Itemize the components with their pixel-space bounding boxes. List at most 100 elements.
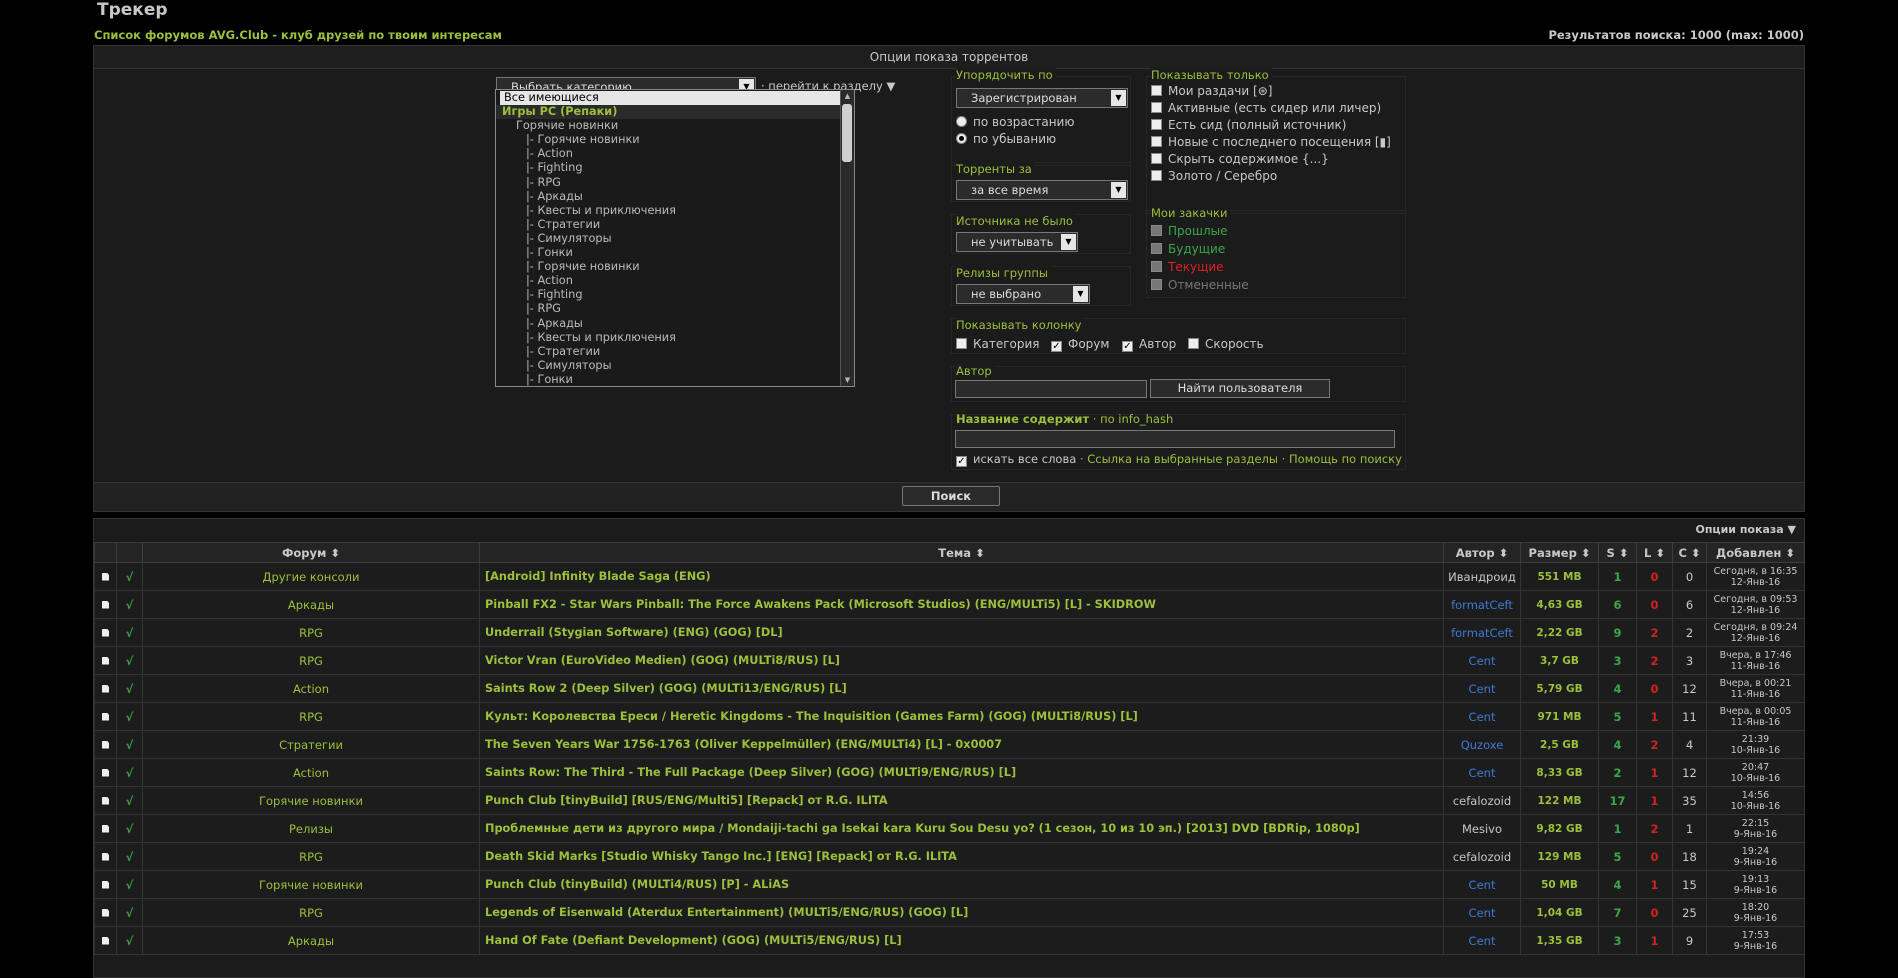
scroll-up-icon[interactable]: ▲ xyxy=(841,90,854,102)
category-option[interactable]: |- RPG xyxy=(496,176,854,190)
author-link[interactable]: Cent xyxy=(1444,871,1521,899)
forum-link[interactable]: RPG xyxy=(143,647,480,675)
forum-link[interactable]: Горячие новинки xyxy=(143,871,480,899)
forum-link[interactable]: Аркады xyxy=(143,591,480,619)
category-option[interactable]: |- Гонки xyxy=(496,246,854,260)
size-link[interactable]: 551 MB xyxy=(1521,563,1599,591)
author-link[interactable]: Cent xyxy=(1444,647,1521,675)
completed-header[interactable]: C ⬍ xyxy=(1673,543,1707,563)
category-option[interactable]: |- Симуляторы xyxy=(496,359,854,373)
checkbox[interactable] xyxy=(956,338,967,349)
all-words-checkbox[interactable]: ✓ xyxy=(956,456,967,467)
category-option[interactable]: |- Стратегии xyxy=(496,218,854,232)
search-help-link[interactable]: · Помощь по поиску xyxy=(1282,452,1402,466)
author-link[interactable]: cefalozoid xyxy=(1444,843,1521,871)
forum-link[interactable]: Action xyxy=(143,759,480,787)
checkbox[interactable] xyxy=(1151,136,1162,147)
added-header[interactable]: Добавлен ⬍ xyxy=(1707,543,1805,563)
forum-link[interactable]: RPG xyxy=(143,843,480,871)
size-link[interactable]: 4,63 GB xyxy=(1521,591,1599,619)
topic-link[interactable]: Культ: Королевства Ереси / Heretic Kingd… xyxy=(480,703,1444,731)
topic-link[interactable]: Victor Vran (EuroVideo Medien) (GOG) (MU… xyxy=(480,647,1444,675)
radio-desc[interactable] xyxy=(956,133,967,144)
author-link[interactable]: formatCeft xyxy=(1444,591,1521,619)
size-link[interactable]: 9,82 GB xyxy=(1521,815,1599,843)
sort-select[interactable]: Зарегистрирован▼ xyxy=(956,88,1128,108)
scrollbar-thumb[interactable] xyxy=(842,104,852,162)
selected-sections-link[interactable]: · Ссылка на выбранные разделы xyxy=(1080,452,1278,466)
leechers-header[interactable]: L ⬍ xyxy=(1637,543,1673,563)
checkbox[interactable] xyxy=(1151,170,1162,181)
show-only-option[interactable]: Скрыть содержимое {...} xyxy=(1151,152,1329,166)
author-link[interactable]: Mesivo xyxy=(1444,815,1521,843)
forum-link[interactable]: Другие консоли xyxy=(143,563,480,591)
author-input[interactable] xyxy=(955,380,1147,398)
author-link[interactable]: Cent xyxy=(1444,927,1521,955)
forum-link[interactable]: RPG xyxy=(143,619,480,647)
size-link[interactable]: 2,22 GB xyxy=(1521,619,1599,647)
col-author[interactable]: ✓Автор xyxy=(1122,337,1176,352)
forum-link[interactable]: Горячие новинки xyxy=(143,787,480,815)
topic-link[interactable]: Punch Club (tinyBuild) (MULTi4/RUS) [P] … xyxy=(480,871,1444,899)
my-dl-past[interactable]: Прошлые xyxy=(1151,224,1228,238)
checkbox[interactable] xyxy=(1151,225,1162,236)
checkbox[interactable]: ✓ xyxy=(1051,341,1062,352)
my-dl-cancelled[interactable]: Отмененные xyxy=(1151,278,1249,292)
scroll-down-icon[interactable]: ▼ xyxy=(841,374,854,386)
size-link[interactable]: 50 MB xyxy=(1521,871,1599,899)
period-select[interactable]: за все время▼ xyxy=(956,180,1128,200)
forum-header[interactable]: Форум ⬍ xyxy=(143,543,480,563)
category-option[interactable]: |- Fighting xyxy=(496,288,854,302)
topic-link[interactable]: Legends of Eisenwald (Aterdux Entertainm… xyxy=(480,899,1444,927)
topic-link[interactable]: Saints Row 2 (Deep Silver) (GOG) (MULTi1… xyxy=(480,675,1444,703)
radio-asc[interactable] xyxy=(956,116,967,127)
seeders-header[interactable]: S ⬍ xyxy=(1599,543,1637,563)
category-option[interactable]: |- RPG xyxy=(496,302,854,316)
size-header[interactable]: Размер ⬍ xyxy=(1521,543,1599,563)
category-option[interactable]: |- Горячие новинки xyxy=(496,133,854,147)
author-link[interactable]: cefalozoid xyxy=(1444,787,1521,815)
category-option[interactable]: |- Квесты и приключения xyxy=(496,331,854,345)
col-speed[interactable]: Скорость xyxy=(1188,337,1264,351)
author-link[interactable]: Cent xyxy=(1444,703,1521,731)
col-category[interactable]: Категория xyxy=(956,337,1040,351)
author-link[interactable]: Cent xyxy=(1444,899,1521,927)
find-user-button[interactable]: Найти пользователя xyxy=(1150,379,1330,398)
category-option[interactable]: |- Аркады xyxy=(496,317,854,331)
checkbox[interactable] xyxy=(1151,102,1162,113)
topic-link[interactable]: Проблемные дети из другого мира / Mondai… xyxy=(480,815,1444,843)
forum-link[interactable]: Релизы xyxy=(143,815,480,843)
size-link[interactable]: 3,7 GB xyxy=(1521,647,1599,675)
topic-link[interactable]: [Android] Infinity Blade Saga (ENG) xyxy=(480,563,1444,591)
size-link[interactable]: 1,35 GB xyxy=(1521,927,1599,955)
topic-link[interactable]: Hand Of Fate (Defiant Development) (GOG)… xyxy=(480,927,1444,955)
category-option[interactable]: Горячие новинки xyxy=(496,119,854,133)
topic-link[interactable]: The Seven Years War 1756-1763 (Oliver Ke… xyxy=(480,731,1444,759)
size-link[interactable]: 122 MB xyxy=(1521,787,1599,815)
category-option[interactable]: Игры PC (Репаки) xyxy=(496,105,854,119)
checkbox[interactable] xyxy=(1151,119,1162,130)
my-dl-future[interactable]: Будущие xyxy=(1151,242,1225,256)
size-link[interactable]: 129 MB xyxy=(1521,843,1599,871)
checkbox[interactable] xyxy=(1151,243,1162,254)
category-option[interactable]: |- Fighting xyxy=(496,161,854,175)
info-hash-link[interactable]: · по info_hash xyxy=(1093,412,1173,426)
show-only-option[interactable]: Есть сид (полный источник) xyxy=(1151,118,1346,132)
category-listbox[interactable]: Все имеющиесяИгры PC (Репаки)Горячие нов… xyxy=(495,89,855,387)
topic-link[interactable]: Saints Row: The Third - The Full Package… xyxy=(480,759,1444,787)
topic-header[interactable]: Тема ⬍ xyxy=(480,543,1444,563)
checkbox[interactable] xyxy=(1188,338,1199,349)
group-select[interactable]: не выбрано▼ xyxy=(956,284,1090,304)
listbox-scrollbar[interactable]: ▲ ▼ xyxy=(840,90,854,386)
forum-link[interactable]: RPG xyxy=(143,899,480,927)
category-option[interactable]: |- Action xyxy=(496,274,854,288)
topic-link[interactable]: Pinball FX2 - Star Wars Pinball: The For… xyxy=(480,591,1444,619)
topic-link[interactable]: Punch Club [tinyBuild] [RUS/ENG/Multi5] … xyxy=(480,787,1444,815)
forum-link[interactable]: Стратегии xyxy=(143,731,480,759)
show-only-option[interactable]: Новые с последнего посещения [▮] xyxy=(1151,135,1391,149)
category-option[interactable]: |- Стратегии xyxy=(496,345,854,359)
author-link[interactable]: formatCeft xyxy=(1444,619,1521,647)
category-option[interactable]: Все имеющиеся xyxy=(500,91,840,105)
col-forum[interactable]: ✓Форум xyxy=(1051,337,1109,352)
author-header[interactable]: Автор ⬍ xyxy=(1444,543,1521,563)
